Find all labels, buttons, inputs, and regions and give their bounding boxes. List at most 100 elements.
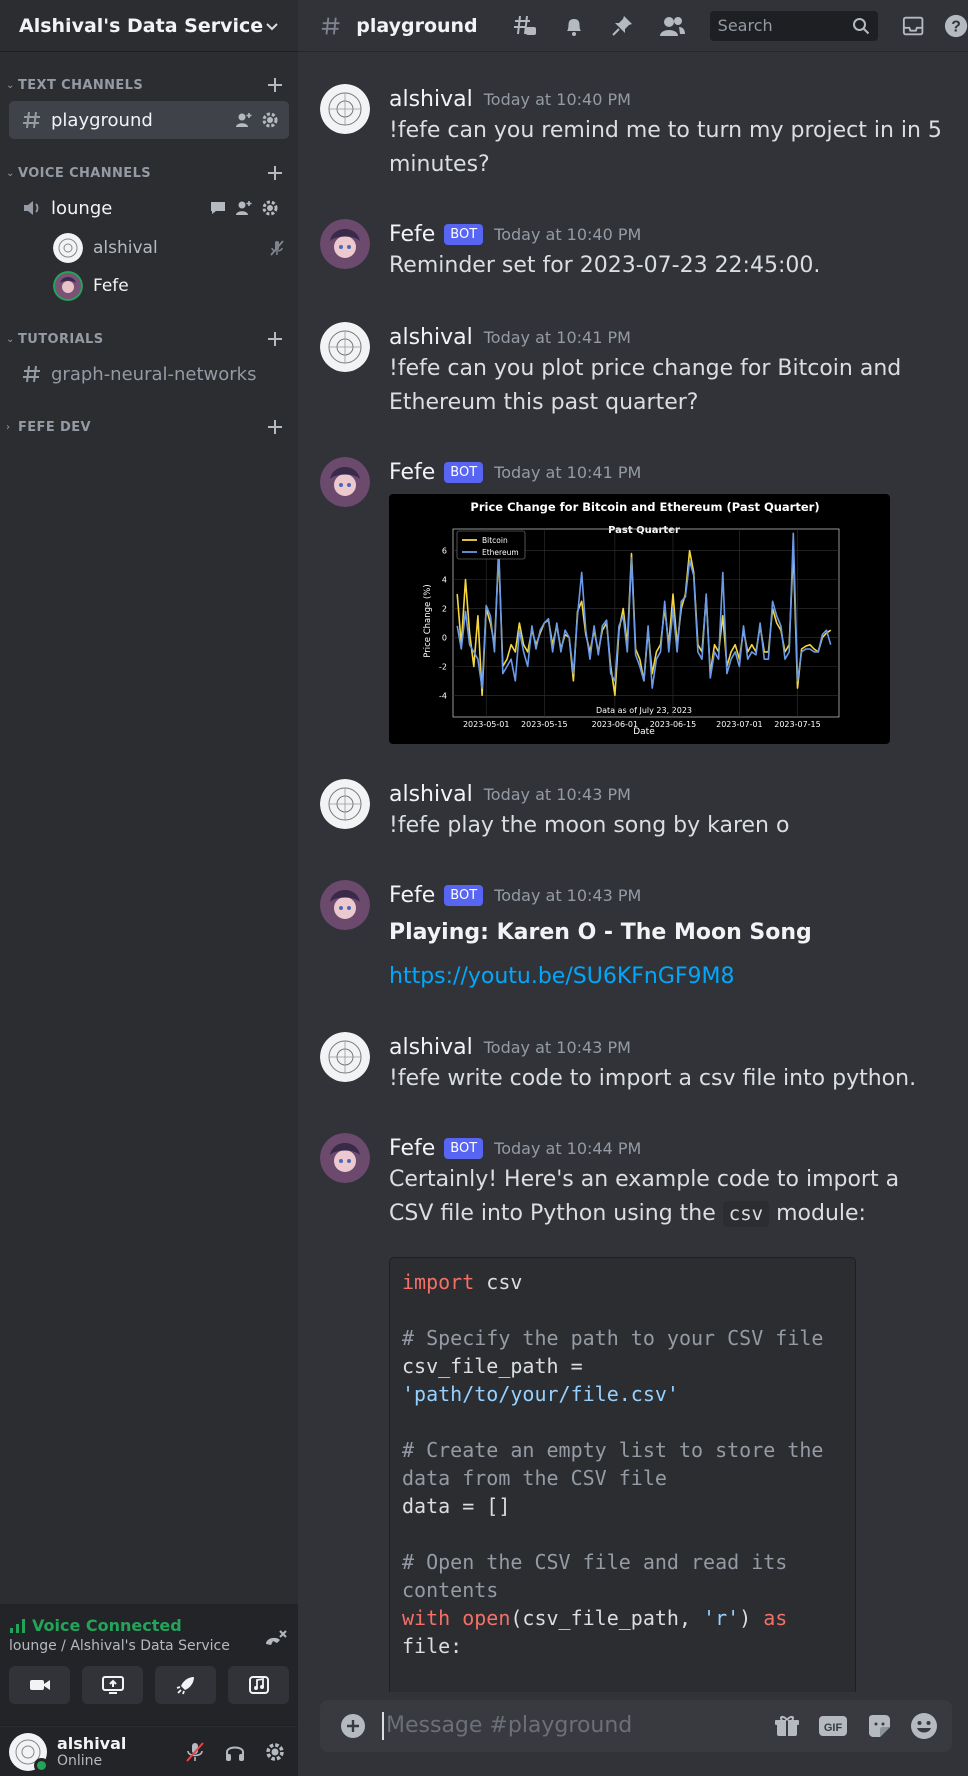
gear-icon[interactable]: [261, 111, 279, 129]
category-tutorials[interactable]: ⌄ TUTORIALS: [0, 325, 298, 353]
y-tick-label: 2: [442, 605, 447, 614]
invite-icon[interactable]: [235, 199, 253, 217]
avatar[interactable]: [9, 1732, 49, 1773]
screen-share-button[interactable]: [82, 1666, 143, 1704]
message[interactable]: Fefe BOT Today at 10:43 PM Playing: Karen …: [320, 880, 950, 994]
voice-user-name: Fefe: [93, 276, 129, 296]
message-timestamp: Today at 10:43 PM: [483, 1037, 631, 1057]
avatar[interactable]: [320, 84, 370, 134]
headphones-icon[interactable]: [224, 1741, 246, 1763]
message-author[interactable]: Fefe: [389, 222, 435, 247]
voice-status[interactable]: Voice Connected: [9, 1616, 262, 1635]
message-timestamp: Today at 10:43 PM: [494, 885, 642, 905]
avatar[interactable]: [320, 1133, 370, 1183]
gear-icon[interactable]: [261, 199, 279, 217]
category-fefe-dev[interactable]: › FEFE DEV: [0, 413, 298, 441]
category-label: VOICE CHANNELS: [18, 165, 152, 181]
members-icon[interactable]: [658, 14, 686, 38]
message[interactable]: alshival Today at 10:43 PM !fefe play the…: [320, 779, 950, 843]
plus-icon[interactable]: [266, 330, 284, 348]
muted-mic-icon: [270, 240, 284, 256]
bot-badge: BOT: [444, 461, 484, 483]
chevron-down-icon[interactable]: [264, 18, 280, 34]
pin-icon[interactable]: [610, 14, 634, 38]
category-text-channels[interactable]: ⌄ TEXT CHANNELS: [0, 71, 298, 99]
invite-icon[interactable]: [235, 111, 253, 129]
plus-icon[interactable]: [266, 418, 284, 436]
channel-name: playground: [51, 109, 153, 131]
avatar[interactable]: [320, 219, 370, 269]
help-icon[interactable]: ?: [944, 13, 968, 39]
channel-graph-neural-networks[interactable]: graph-neural-networks: [9, 355, 289, 393]
add-attachment-icon[interactable]: [340, 1713, 366, 1739]
bell-icon[interactable]: [562, 14, 586, 38]
message[interactable]: alshival Today at 10:40 PM !fefe can you …: [320, 84, 950, 182]
message-list[interactable]: alshival Today at 10:40 PM !fefe can you …: [298, 52, 968, 1692]
plus-icon[interactable]: [266, 164, 284, 182]
search-input[interactable]: Search: [709, 10, 878, 41]
threads-icon[interactable]: [512, 13, 538, 39]
message-input[interactable]: Message #playground: [382, 1712, 774, 1740]
code-block[interactable]: import csv # Specify the path to your CS…: [389, 1257, 856, 1692]
voice-location[interactable]: lounge / Alshival's Data Service: [9, 1638, 262, 1654]
voice-user-alshival[interactable]: alshival: [0, 229, 298, 267]
chat-icon[interactable]: [209, 199, 227, 217]
youtube-link[interactable]: https://youtu.be/SU6KFnGF9M8: [389, 964, 735, 989]
gift-icon[interactable]: [774, 1713, 800, 1739]
avatar[interactable]: [320, 880, 370, 930]
channel-playground[interactable]: playground: [9, 101, 289, 139]
x-tick-label: 2023-05-01: [463, 720, 510, 729]
activity-button[interactable]: [155, 1666, 216, 1704]
message-author[interactable]: Fefe: [389, 460, 435, 485]
message-author[interactable]: alshival: [389, 1035, 473, 1060]
message-author[interactable]: Fefe: [389, 1136, 435, 1161]
server-name: Alshival's Data Service: [19, 14, 264, 37]
avatar[interactable]: [320, 1032, 370, 1082]
speaker-icon: [24, 201, 39, 215]
message[interactable]: Fefe BOT Today at 10:40 PM Reminder set fo…: [320, 219, 950, 283]
camera-button[interactable]: [9, 1666, 70, 1704]
message-composer[interactable]: Message #playground GIF: [320, 1700, 952, 1752]
message-author[interactable]: Fefe: [389, 883, 435, 908]
gear-icon[interactable]: [264, 1741, 286, 1763]
voice-user-fefe[interactable]: Fefe: [0, 267, 298, 305]
y-tick-label: 0: [442, 633, 447, 642]
bot-badge: BOT: [444, 884, 484, 906]
category-voice-channels[interactable]: ⌄ VOICE CHANNELS: [0, 159, 298, 187]
plus-icon[interactable]: [266, 76, 284, 94]
y-tick-label: 6: [442, 547, 447, 556]
soundboard-icon: [248, 1676, 269, 1694]
svg-text:?: ?: [951, 18, 961, 35]
muted-mic-icon[interactable]: [184, 1741, 206, 1763]
message[interactable]: alshival Today at 10:43 PM !fefe write co…: [320, 1032, 950, 1096]
message[interactable]: Fefe BOT Today at 10:44 PM Certainly! Here…: [320, 1133, 950, 1692]
message-author[interactable]: alshival: [389, 87, 473, 112]
avatar[interactable]: [320, 322, 370, 372]
user-name: alshival: [57, 1734, 127, 1753]
inbox-icon[interactable]: [902, 14, 924, 38]
message[interactable]: alshival Today at 10:41 PM !fefe can you …: [320, 322, 950, 420]
channel-lounge[interactable]: lounge: [9, 189, 289, 227]
message-author[interactable]: alshival: [389, 782, 473, 807]
search-placeholder: Search: [717, 16, 773, 35]
disconnect-icon[interactable]: [262, 1628, 288, 1654]
user-panel: alshival Online: [0, 1727, 298, 1776]
message-timestamp: Today at 10:41 PM: [483, 327, 631, 347]
chevron-right-icon: ›: [6, 421, 10, 433]
chevron-down-icon: ⌄: [6, 79, 15, 91]
voice-user-name: alshival: [93, 238, 158, 258]
chart-attachment[interactable]: Price Change for Bitcoin and Ethereum (P…: [389, 494, 890, 744]
avatar[interactable]: [320, 779, 370, 829]
gif-icon[interactable]: GIF: [818, 1714, 848, 1738]
server-header[interactable]: Alshival's Data Service: [0, 0, 298, 52]
message[interactable]: Fefe BOT Today at 10:41 PM Price Change fo…: [320, 457, 950, 744]
message-author[interactable]: alshival: [389, 325, 473, 350]
emoji-icon[interactable]: [910, 1712, 938, 1740]
voice-status-text: Voice Connected: [32, 1616, 182, 1635]
chevron-down-icon: ⌄: [6, 333, 15, 345]
soundboard-button[interactable]: [228, 1666, 289, 1704]
sticker-icon[interactable]: [866, 1713, 892, 1739]
avatar[interactable]: [320, 457, 370, 507]
voice-connected-panel: Voice Connected lounge / Alshival's Data…: [0, 1604, 298, 1726]
message-timestamp: Today at 10:44 PM: [494, 1138, 642, 1158]
